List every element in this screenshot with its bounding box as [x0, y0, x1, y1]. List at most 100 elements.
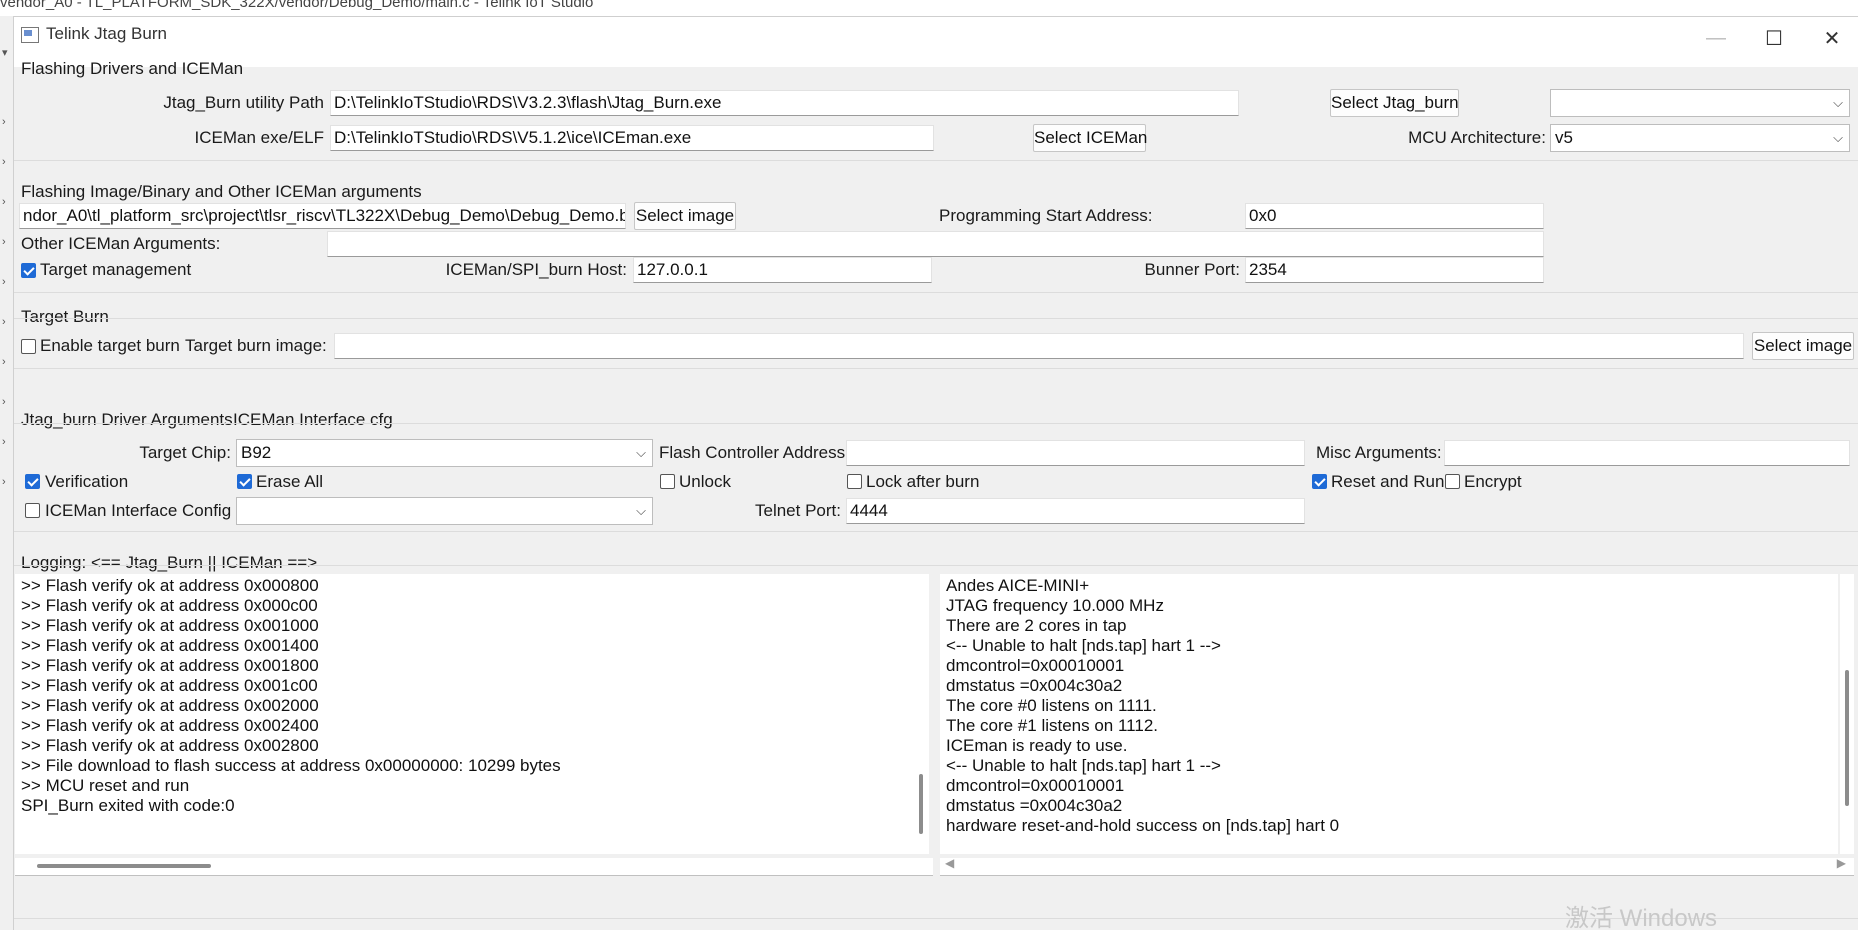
misc-arguments-input[interactable] — [1444, 440, 1850, 466]
host-input[interactable]: 127.0.0.1 — [633, 257, 932, 283]
target-management-checkbox[interactable] — [21, 263, 36, 278]
iceman-log-scrollbar-v[interactable] — [1845, 670, 1849, 806]
log-line: >> Flash verify ok at address 0x001400 — [21, 636, 319, 655]
iceman-log-panel[interactable]: Andes AICE-MINI+ JTAG frequency 10.000 MH… — [940, 574, 1838, 854]
log-line: SPI_Burn exited with code:0 — [21, 796, 235, 815]
other-args-label: Other ICEMan Arguments: — [21, 234, 221, 253]
erase-all-checkbox[interactable] — [237, 474, 252, 489]
app-window-icon — [21, 27, 39, 43]
jtag-burn-path-label: Jtag_Burn utility Path — [163, 93, 324, 112]
select-iceman-button[interactable]: Select ICEMan — [1033, 124, 1147, 152]
select-target-image-button[interactable]: Select image — [1752, 332, 1854, 360]
unlock-checkbox[interactable] — [660, 474, 675, 489]
ide-edge-glyph: › — [2, 356, 6, 368]
ide-edge-glyph: › — [2, 476, 6, 488]
iceman-log-scrollbar-track[interactable] — [1840, 574, 1854, 854]
unlock-label: Unlock — [679, 472, 731, 491]
background-ide-titlebar: vendor_A0 - TL_PLATFORM_SDK_322X/vendor/… — [0, 0, 1858, 16]
log-line: dmstatus =0x004c30a2 — [946, 676, 1123, 695]
target-burn-image-input[interactable] — [334, 333, 1744, 359]
ide-edge-glyph: › — [2, 276, 6, 288]
verification-label: Verification — [45, 472, 129, 491]
close-icon[interactable]: ✕ — [1808, 20, 1856, 56]
encrypt-checkbox[interactable] — [1445, 474, 1460, 489]
log-line: >> Flash verify ok at address 0x000c00 — [21, 596, 318, 615]
ide-edge-glyph: › — [2, 116, 6, 128]
mcu-architecture-select[interactable]: v5 ⌵ — [1550, 124, 1850, 152]
flash-controller-address-label: Flash Controller Address: — [659, 443, 850, 462]
enable-target-burn-checkbox[interactable] — [21, 339, 36, 354]
iceman-log-hscroll-track[interactable]: ◀ ▶ — [940, 856, 1854, 876]
select-jtag-burn-button[interactable]: Select Jtag_burn — [1330, 89, 1459, 117]
iceman-exe-input[interactable]: D:\TelinkIoTStudio\RDS\V5.1.2\ice\ICEman… — [330, 125, 934, 151]
iceman-interface-config-checkbox[interactable] — [25, 503, 40, 518]
log-line: Andes AICE-MINI+ — [946, 576, 1090, 595]
top-right-combo[interactable]: ⌵ — [1550, 89, 1850, 117]
maximize-icon[interactable]: ☐ — [1750, 20, 1798, 56]
log-line: dmcontrol=0x00010001 — [946, 776, 1125, 795]
burner-port-input[interactable]: 2354 — [1245, 257, 1544, 283]
start-address-input[interactable]: 0x0 — [1245, 203, 1544, 229]
section-divider — [14, 160, 1858, 161]
log-line: >> MCU reset and run — [21, 776, 190, 795]
target-chip-select[interactable]: B92 ⌵ — [236, 439, 653, 467]
ide-edge-glyph: ▾ — [2, 47, 8, 59]
log-line: The core #0 listens on 1111. — [946, 696, 1157, 715]
background-ide-path: vendor_A0 - TL_PLATFORM_SDK_322X/vendor/… — [0, 0, 594, 11]
log-line: ICEman is ready to use. — [946, 736, 1128, 755]
section-divider — [14, 565, 1858, 566]
start-address-label: Programming Start Address: — [939, 206, 1153, 225]
tab-jtag-burn-driver-arguments[interactable]: Jtag_burn Driver Arguments — [21, 409, 233, 431]
jtag-burn-log-scrollbar-v[interactable] — [919, 774, 923, 834]
section-divider — [14, 423, 1858, 424]
flash-controller-address-input[interactable] — [846, 440, 1305, 466]
log-line: >> Flash verify ok at address 0x002800 — [21, 736, 319, 755]
telnet-port-input[interactable]: 4444 — [846, 498, 1305, 524]
scroll-right-icon[interactable]: ▶ — [1837, 856, 1846, 870]
select-image-button[interactable]: Select image — [634, 202, 736, 230]
ide-edge-glyph: › — [2, 236, 6, 248]
log-line: JTAG frequency 10.000 MHz — [946, 596, 1164, 615]
verification-checkbox[interactable] — [25, 474, 40, 489]
chevron-down-icon: ⌵ — [636, 445, 646, 460]
encrypt-label: Encrypt — [1464, 472, 1522, 491]
section-divider — [14, 368, 1858, 369]
target-management-label: Target management — [40, 260, 192, 279]
chevron-down-icon: ⌵ — [1833, 95, 1843, 110]
erase-all-label: Erase All — [256, 472, 324, 491]
scroll-left-icon[interactable]: ◀ — [945, 856, 954, 870]
log-line: >> Flash verify ok at address 0x001000 — [21, 616, 319, 635]
log-line: <-- Unable to halt [nds.tap] hart 1 --> — [946, 756, 1221, 775]
jtag-burn-log-hscroll-track[interactable] — [15, 858, 933, 876]
log-line: >> Flash verify ok at address 0x002000 — [21, 696, 319, 715]
iceman-interface-config-select[interactable]: ⌵ — [236, 497, 653, 525]
section-title-target-burn: Target Burn — [21, 307, 109, 326]
host-label: ICEMan/SPI_burn Host: — [445, 260, 627, 279]
target-burn-image-label: Target burn image: — [185, 336, 327, 355]
jtag-burn-log-panel[interactable]: >> Flash verify ok at address 0x000800 >>… — [15, 574, 929, 854]
tab-iceman-interface-cfg[interactable]: ICEMan Interface cfg — [233, 409, 393, 431]
background-ide-left-edge: ▾ › › › › › › › › › › — [0, 16, 14, 930]
section-divider — [14, 531, 1858, 532]
log-line: <-- Unable to halt [nds.tap] hart 1 --> — [946, 636, 1221, 655]
section-divider — [14, 292, 1858, 293]
jtag-burn-log-scrollbar-h[interactable] — [37, 864, 211, 868]
log-line: >> File download to flash success at add… — [21, 756, 561, 775]
log-line: >> Flash verify ok at address 0x000800 — [21, 576, 319, 595]
log-line: The core #1 listens on 1112. — [946, 716, 1159, 735]
jtag-burn-path-input[interactable]: D:\TelinkIoTStudio\RDS\V3.2.3\flash\Jtag… — [330, 90, 1239, 116]
other-args-input[interactable] — [327, 231, 1544, 257]
minimize-icon[interactable]: — — [1692, 20, 1740, 56]
lock-after-burn-checkbox[interactable] — [847, 474, 862, 489]
log-line: >> Flash verify ok at address 0x001c00 — [21, 676, 318, 695]
log-line: dmstatus =0x004c30a2 — [946, 796, 1123, 815]
ide-edge-glyph: › — [2, 316, 6, 328]
burner-port-label: Bunner Port: — [1144, 260, 1240, 279]
lock-after-burn-label: Lock after burn — [866, 472, 980, 491]
logging-title: Logging: <== Jtag_Burn || ICEMan ==> — [21, 553, 318, 572]
reset-and-run-checkbox[interactable] — [1312, 474, 1327, 489]
section-divider — [14, 318, 1858, 319]
image-path-input[interactable]: ndor_A0\tl_platform_src\project\tlsr_ris… — [19, 203, 626, 229]
iceman-exe-label: ICEMan exe/ELF — [194, 128, 324, 147]
dialog-titlebar[interactable] — [14, 17, 1858, 67]
